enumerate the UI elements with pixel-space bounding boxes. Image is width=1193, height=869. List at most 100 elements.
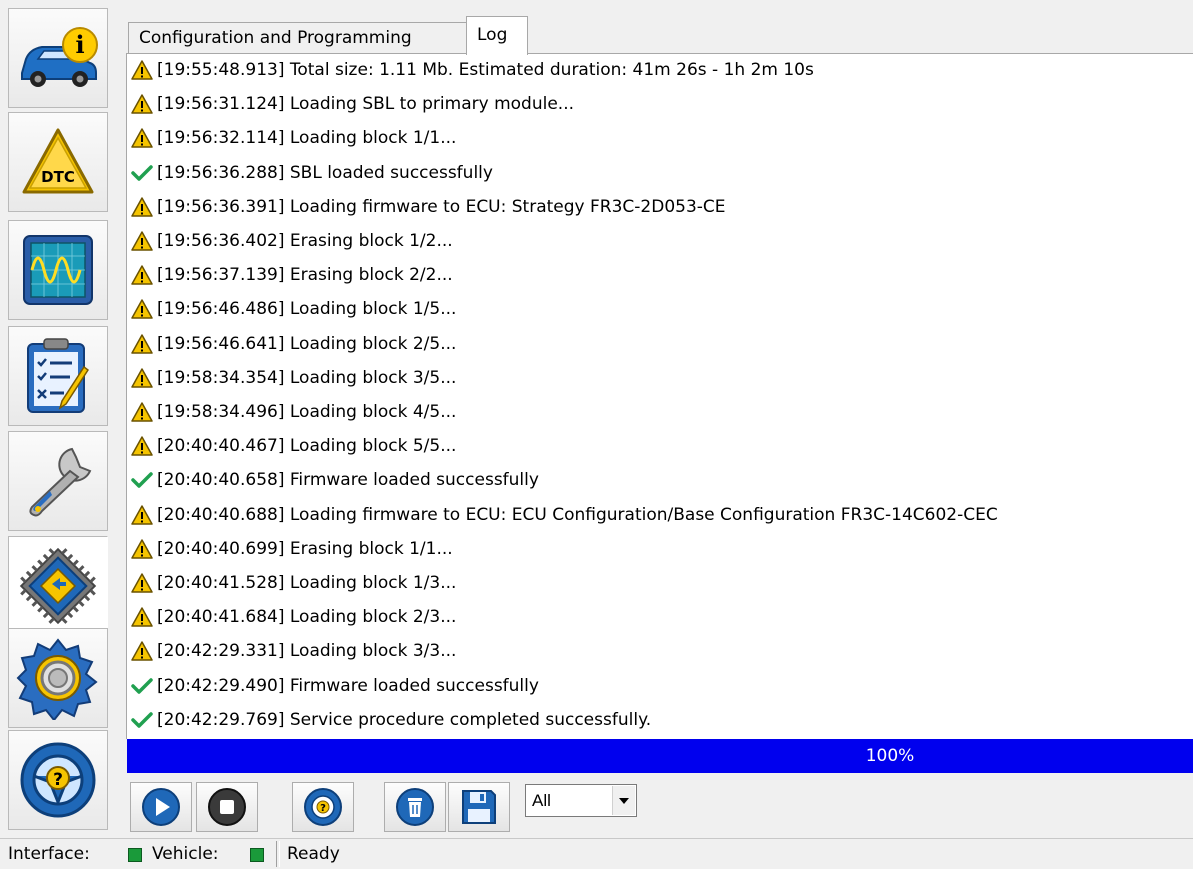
sidebar-vehicle-info-button[interactable]: i <box>8 8 108 108</box>
log-entry: [20:40:40.699] Erasing block 1/1... <box>131 533 453 565</box>
log-entry-text: [19:55:48.913] Total size: 1.11 Mb. Esti… <box>157 60 814 80</box>
warning-icon <box>131 504 153 525</box>
success-check-icon <box>131 470 153 490</box>
sidebar-dtc-button[interactable]: DTC <box>8 112 108 212</box>
tab-log[interactable]: Log <box>466 16 528 55</box>
log-entry: [19:56:37.139] Erasing block 2/2... <box>131 259 453 291</box>
log-entry: [19:56:31.124] Loading SBL to primary mo… <box>131 88 574 120</box>
status-separator <box>276 841 280 867</box>
sidebar-settings-button[interactable] <box>8 628 108 728</box>
log-entry: [19:55:48.913] Total size: 1.11 Mb. Esti… <box>131 54 814 86</box>
warning-icon <box>131 368 153 388</box>
log-filter-select[interactable]: All <box>525 784 637 817</box>
log-entry: [19:56:36.288] SBL loaded successfully <box>131 157 493 189</box>
start-button[interactable] <box>130 782 192 832</box>
status-bar: Interface: Vehicle: Ready <box>0 838 1193 869</box>
wrench-icon <box>29 447 92 517</box>
log-entry: [19:58:34.354] Loading block 3/5... <box>131 362 456 394</box>
progress-label: 100% <box>865 746 915 766</box>
svg-text:?: ? <box>320 803 326 814</box>
tab-configuration-label: Configuration and Programming <box>139 28 412 48</box>
log-entry-text: [20:40:40.699] Erasing block 1/1... <box>157 538 453 559</box>
vehicle-info-icon: i <box>21 27 98 87</box>
tab-log-label: Log <box>477 25 508 45</box>
success-check-icon <box>131 163 153 183</box>
warning-icon <box>131 641 153 662</box>
floppy-save-icon <box>462 790 496 824</box>
log-entry-text: [19:56:31.124] Loading SBL to primary mo… <box>157 94 574 115</box>
warning-icon <box>131 436 153 456</box>
warning-icon <box>131 60 153 80</box>
log-entry-text: [20:40:41.684] Loading block 2/3... <box>157 607 457 628</box>
save-log-button[interactable] <box>448 782 510 832</box>
sidebar-programming-button[interactable] <box>8 536 108 636</box>
log-entry-text: [20:40:41.528] Loading block 1/3... <box>157 573 457 593</box>
log-entry-text: [20:40:40.658] Firmware loaded successfu… <box>157 470 539 491</box>
warning-icon <box>131 539 153 559</box>
warning-icon <box>131 128 153 149</box>
warning-icon <box>131 197 153 217</box>
log-entry-text: [19:56:46.641] Loading block 2/5... <box>157 333 457 354</box>
log-entry-text: [19:56:36.391] Loading firmware to ECU: … <box>157 196 726 217</box>
stop-button[interactable] <box>196 782 258 832</box>
log-entry: [20:42:29.490] Firmware loaded successfu… <box>131 670 539 702</box>
log-entry: [19:56:46.641] Loading block 2/5... <box>131 328 456 360</box>
log-entry-text: [20:40:40.467] Loading block 5/5... <box>157 436 457 457</box>
log-entry-text: [20:42:29.490] Firmware loaded successfu… <box>157 675 539 696</box>
log-entry: [19:58:34.496] Loading block 4/5... <box>131 396 456 428</box>
sidebar-checklist-button[interactable] <box>8 326 108 426</box>
help-glyph: ? <box>53 770 63 790</box>
log-entry-text: [19:56:36.288] SBL loaded successfully <box>157 162 493 183</box>
vehicle-status-label: Vehicle: <box>152 844 219 864</box>
log-entry: [20:40:40.688] Loading firmware to ECU: … <box>131 499 998 531</box>
success-check-icon <box>131 710 153 730</box>
tab-configuration-and-programming[interactable]: Configuration and Programming <box>128 22 468 54</box>
trash-icon <box>396 788 434 826</box>
log-entry: [19:56:36.391] Loading firmware to ECU: … <box>131 191 726 223</box>
log-entry: [20:40:40.467] Loading block 5/5... <box>131 430 456 462</box>
log-entry-text: [19:58:34.496] Loading block 4/5... <box>157 402 457 422</box>
log-entry: [20:40:41.528] Loading block 1/3... <box>131 567 456 599</box>
log-entry-text: [20:40:40.688] Loading firmware to ECU: … <box>157 504 998 525</box>
warning-icon <box>131 333 153 354</box>
warning-icon <box>131 573 153 593</box>
interface-status-label: Interface: <box>8 844 90 864</box>
interface-status-led <box>128 848 142 862</box>
progress-bar: 100% <box>127 739 1193 773</box>
log-entry: [19:56:46.486] Loading block 1/5... <box>131 293 456 325</box>
log-entry-text: [19:56:37.139] Erasing block 2/2... <box>157 265 453 286</box>
info-glyph: i <box>75 30 84 59</box>
dtc-icon: DTC <box>22 128 94 194</box>
log-entry: [19:56:36.402] Erasing block 1/2... <box>131 225 453 257</box>
log-entry-text: [20:42:29.331] Loading block 3/3... <box>157 641 457 662</box>
chip-programming-icon <box>19 547 97 625</box>
help-steering-wheel-icon: ? <box>20 742 96 818</box>
log-entry-text: [19:56:32.114] Loading block 1/1... <box>157 128 457 149</box>
lifebuoy-help-icon: ? <box>304 788 342 826</box>
sidebar-oscilloscope-button[interactable] <box>8 220 108 320</box>
sidebar-tools-button[interactable] <box>8 431 108 531</box>
warning-icon <box>131 402 153 422</box>
settings-gear-icon <box>16 638 98 720</box>
log-list[interactable]: [19:55:48.913] Total size: 1.11 Mb. Esti… <box>126 53 1193 739</box>
chevron-down-icon[interactable] <box>612 786 635 815</box>
clear-log-button[interactable] <box>384 782 446 832</box>
sidebar-help-button[interactable]: ? <box>8 730 108 830</box>
log-entry: [20:42:29.769] Service procedure complet… <box>131 704 651 736</box>
help-button[interactable]: ? <box>292 782 354 832</box>
status-text: Ready <box>287 844 340 864</box>
log-entry-text: [19:56:36.402] Erasing block 1/2... <box>157 231 453 251</box>
log-entry-text: [20:42:29.769] Service procedure complet… <box>157 709 652 730</box>
vehicle-status-led <box>250 848 264 862</box>
warning-icon <box>131 94 153 114</box>
log-entry-text: [19:56:46.486] Loading block 1/5... <box>157 299 457 320</box>
log-entry-text: [19:58:34.354] Loading block 3/5... <box>157 367 457 388</box>
log-entry: [20:40:40.658] Firmware loaded successfu… <box>131 464 539 496</box>
warning-icon <box>131 265 153 285</box>
log-entry: [20:40:41.684] Loading block 2/3... <box>131 601 456 633</box>
oscilloscope-icon <box>23 235 93 305</box>
warning-icon <box>131 299 153 320</box>
success-check-icon <box>131 676 153 696</box>
warning-icon <box>131 231 153 251</box>
warning-icon <box>131 607 153 627</box>
